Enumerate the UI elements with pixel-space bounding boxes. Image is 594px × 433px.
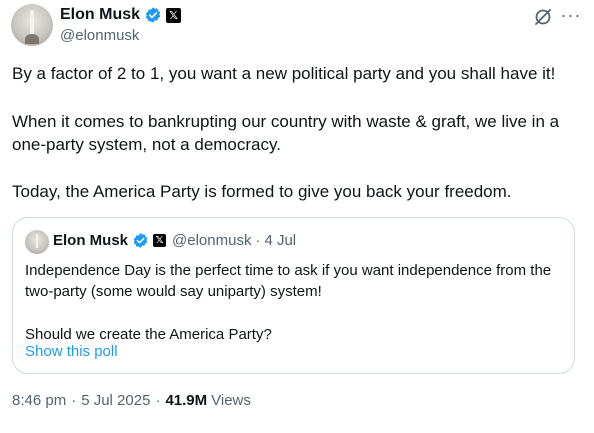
verified-badge-icon[interactable]	[144, 6, 162, 24]
quoted-header: Elon Musk 𝕏 @elonmusk · 4 Jul	[53, 232, 296, 249]
author-row: Elon Musk 𝕏	[60, 6, 182, 24]
verified-badge-icon[interactable]	[132, 232, 149, 249]
avatar-rocket	[36, 234, 38, 248]
separator: ·	[255, 232, 261, 249]
more-icon[interactable]: ···	[560, 5, 582, 25]
separator: ·	[71, 392, 77, 409]
tweet-paragraph: Today, the America Party is formed to gi…	[12, 182, 512, 201]
tweet-meta: 8:46 pm · 5 Jul 2025 · 41.9M Views	[12, 392, 251, 409]
author-name[interactable]: Elon Musk	[60, 6, 140, 24]
x-logo-icon[interactable]: 𝕏	[166, 7, 182, 23]
avatar[interactable]	[11, 4, 53, 46]
views-label: Views	[211, 392, 251, 409]
x-logo-icon[interactable]: 𝕏	[153, 234, 167, 247]
grok-icon[interactable]	[533, 7, 553, 27]
tweet-time[interactable]: 8:46 pm	[12, 392, 66, 409]
avatar-rocket	[30, 10, 34, 36]
tweet-paragraph: By a factor of 2 to 1, you want a new po…	[12, 64, 556, 83]
show-poll-link[interactable]: Show this poll	[25, 343, 118, 360]
quoted-author-handle[interactable]: @elonmusk	[172, 232, 251, 249]
quoted-tweet[interactable]: Elon Musk 𝕏 @elonmusk · 4 Jul Independen…	[12, 217, 575, 374]
quoted-paragraph: Independence Day is the perfect time to …	[25, 262, 552, 300]
tweet: Elon Musk 𝕏 @elonmusk ··· By a factor of…	[0, 0, 594, 433]
quoted-avatar[interactable]	[25, 230, 49, 254]
quoted-author-name[interactable]: Elon Musk	[53, 232, 128, 249]
views-count[interactable]: 41.9M	[165, 392, 207, 409]
quoted-date[interactable]: 4 Jul	[264, 232, 296, 249]
quoted-paragraph: Should we create the America Party?	[25, 326, 272, 343]
separator: ·	[155, 392, 161, 409]
avatar-smoke	[25, 34, 39, 44]
tweet-date[interactable]: 5 Jul 2025	[81, 392, 150, 409]
tweet-paragraph: When it comes to bankrupting our country…	[12, 112, 560, 154]
author-handle[interactable]: @elonmusk	[60, 27, 139, 44]
